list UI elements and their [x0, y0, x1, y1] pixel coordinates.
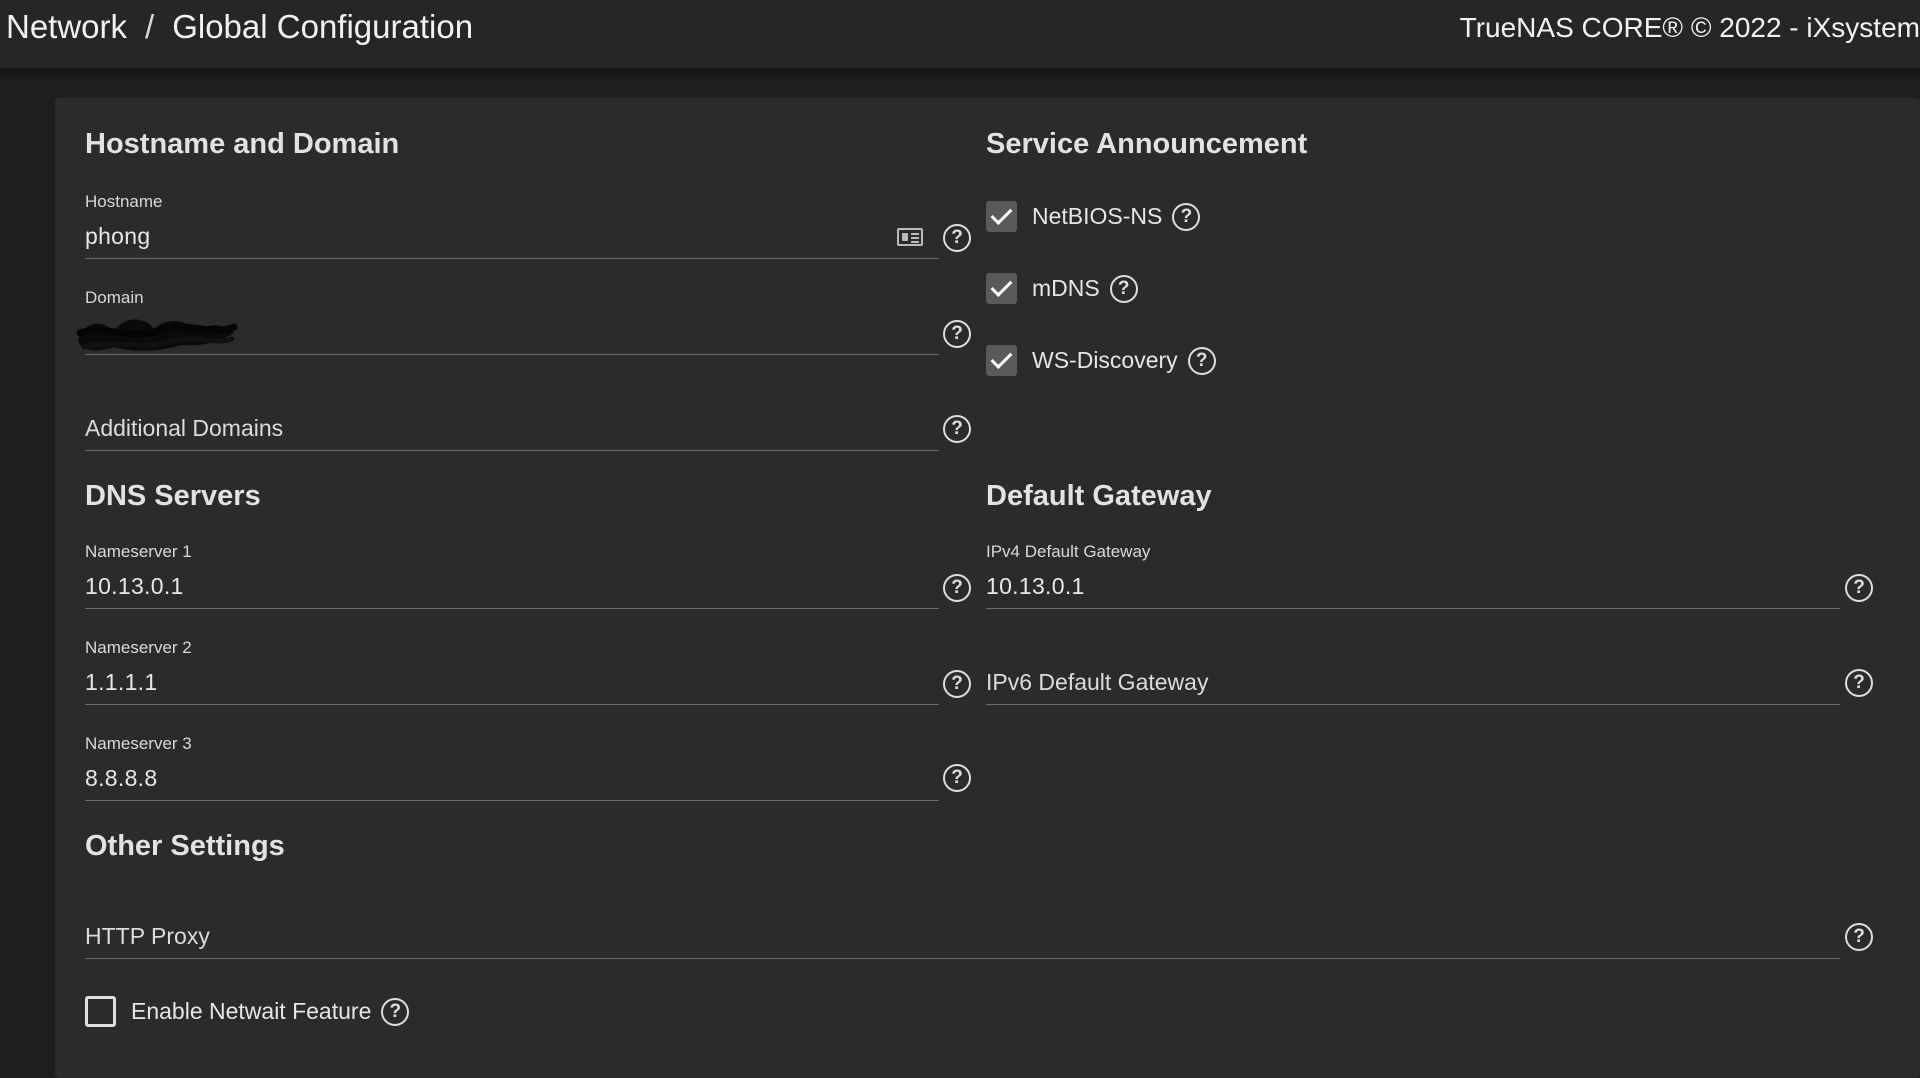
section-title-hostname-domain: Hostname and Domain: [85, 128, 400, 160]
nameserver-1-value: 10.13.0.1: [85, 573, 184, 599]
breadcrumb-network[interactable]: Network: [6, 8, 127, 45]
additional-domains-placeholder: Additional Domains: [85, 415, 284, 441]
ipv4-gateway-label: IPv4 Default Gateway: [986, 542, 1151, 561]
top-bar: Network / Global Configuration TrueNAS COR…: [0, 0, 1920, 68]
ipv4-gateway-field[interactable]: IPv4 Default Gateway 10.13.0.1: [986, 542, 1840, 609]
section-title-other-settings: Other Settings: [85, 830, 285, 862]
nameserver-3-label: Nameserver 3: [85, 734, 192, 753]
additional-domains-field[interactable]: Additional Domains: [85, 405, 939, 451]
nameserver-2-field[interactable]: Nameserver 2 1.1.1.1: [85, 638, 939, 705]
http-proxy-placeholder: HTTP Proxy: [85, 923, 210, 949]
ipv4-gateway-help-icon[interactable]: ?: [1845, 574, 1873, 602]
netbios-ns-label: NetBIOS-NS: [1032, 203, 1163, 229]
nameserver-2-label: Nameserver 2: [85, 638, 192, 657]
domain-help-icon[interactable]: ?: [943, 320, 971, 348]
hostname-field[interactable]: Hostname phong: [85, 192, 939, 259]
ipv6-gateway-help-icon[interactable]: ?: [1845, 669, 1873, 697]
netwait-label: Enable Netwait Feature: [131, 998, 372, 1024]
ws-discovery-help-icon[interactable]: ?: [1187, 346, 1216, 375]
netbios-ns-help-icon[interactable]: ?: [1172, 202, 1201, 231]
nameserver-1-field[interactable]: Nameserver 1 10.13.0.1: [85, 542, 939, 609]
netbios-ns-row[interactable]: NetBIOS-NS ?: [986, 201, 1201, 232]
netwait-checkbox-row[interactable]: Enable Netwait Feature ?: [85, 996, 410, 1027]
nameserver-3-field[interactable]: Nameserver 3 8.8.8.8: [85, 734, 939, 801]
http-proxy-field[interactable]: HTTP Proxy: [85, 912, 1840, 959]
contact-card-icon[interactable]: [897, 228, 923, 246]
ws-discovery-label: WS-Discovery: [1032, 347, 1178, 373]
nameserver-2-value: 1.1.1.1: [85, 669, 158, 695]
ipv4-gateway-value: 10.13.0.1: [986, 573, 1085, 599]
ipv6-gateway-field[interactable]: IPv6 Default Gateway: [986, 658, 1840, 705]
ws-discovery-row[interactable]: WS-Discovery ?: [986, 345, 1216, 376]
netwait-checkbox[interactable]: [85, 996, 116, 1027]
nameserver-3-help-icon[interactable]: ?: [943, 764, 971, 792]
ipv6-gateway-placeholder: IPv6 Default Gateway: [986, 669, 1209, 695]
hostname-label: Hostname: [85, 192, 163, 211]
mdns-label: mDNS: [1032, 275, 1100, 301]
domain-redaction-scribble: [76, 319, 238, 351]
nameserver-1-label: Nameserver 1: [85, 542, 192, 561]
topbar-shadow: [0, 68, 1920, 80]
mdns-checkbox[interactable]: [986, 273, 1017, 304]
nameserver-2-help-icon[interactable]: ?: [943, 670, 971, 698]
http-proxy-help-icon[interactable]: ?: [1845, 923, 1873, 951]
domain-label: Domain: [85, 288, 144, 307]
hostname-value: phong: [85, 223, 151, 249]
hostname-help-icon[interactable]: ?: [943, 224, 971, 252]
breadcrumb-separator: /: [145, 8, 155, 45]
copyright-text: TrueNAS CORE® © 2022 - iXsystem: [1459, 12, 1920, 43]
section-title-service-announcement: Service Announcement: [986, 128, 1308, 160]
mdns-help-icon[interactable]: ?: [1109, 274, 1138, 303]
ws-discovery-checkbox[interactable]: [986, 345, 1017, 376]
nameserver-3-value: 8.8.8.8: [85, 765, 158, 791]
section-title-dns-servers: DNS Servers: [85, 480, 261, 512]
netwait-help-icon[interactable]: ?: [381, 997, 410, 1026]
nameserver-1-help-icon[interactable]: ?: [943, 574, 971, 602]
netbios-ns-checkbox[interactable]: [986, 201, 1017, 232]
section-title-default-gateway: Default Gateway: [986, 480, 1212, 512]
breadcrumb: Network / Global Configuration: [6, 8, 473, 46]
breadcrumb-global-configuration: Global Configuration: [172, 8, 474, 45]
additional-domains-help-icon[interactable]: ?: [943, 415, 971, 443]
mdns-row[interactable]: mDNS ?: [986, 273, 1138, 304]
